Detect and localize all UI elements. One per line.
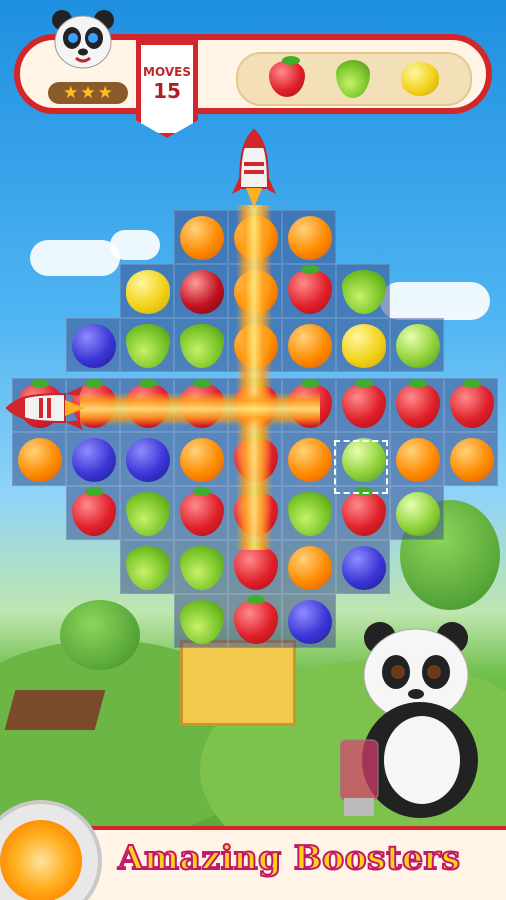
board-cell[interactable] [336, 264, 390, 318]
board-cell[interactable] [390, 378, 444, 432]
pear-icon [126, 492, 170, 536]
strawberry-icon [234, 595, 278, 644]
board-cell[interactable] [174, 432, 228, 486]
orange-icon [288, 324, 332, 368]
level-goals [236, 52, 472, 106]
orange-icon [396, 438, 440, 482]
orange-icon [288, 216, 332, 260]
board-cell[interactable] [66, 486, 120, 540]
pear-icon [288, 492, 332, 536]
star-icon: ★ [97, 83, 113, 103]
board-cell[interactable] [174, 318, 228, 372]
horizontal-rocket-booster[interactable] [5, 386, 87, 430]
vertical-fire-beam [236, 205, 272, 550]
target-cell-marker [334, 440, 388, 494]
moves-label: MOVES [143, 65, 191, 79]
board-cell[interactable] [120, 264, 174, 318]
board-cell[interactable] [174, 264, 228, 318]
strawberry-icon [288, 265, 332, 314]
board-cell[interactable] [174, 210, 228, 264]
moves-counter: MOVES 15 [136, 40, 198, 138]
goal-strawberry-icon [269, 56, 305, 97]
moves-value: 15 [153, 79, 181, 103]
board-cell[interactable] [120, 318, 174, 372]
board-cell[interactable] [336, 318, 390, 372]
blueberry-icon [288, 600, 332, 644]
banner-title: Amazing Boosters [117, 837, 461, 878]
board-cell[interactable] [282, 432, 336, 486]
board-cell[interactable] [390, 432, 444, 486]
panda-avatar [52, 10, 114, 69]
pear-icon [180, 324, 224, 368]
board-cell[interactable] [444, 432, 498, 486]
lemon-icon [342, 324, 386, 368]
orange-icon [288, 546, 332, 590]
board-cell[interactable] [120, 486, 174, 540]
pear-icon [180, 600, 224, 644]
board-cell[interactable] [282, 540, 336, 594]
board-cell[interactable] [336, 486, 390, 540]
vertical-rocket-booster[interactable] [232, 128, 276, 210]
board-cell[interactable] [282, 486, 336, 540]
strawberry-icon [396, 379, 440, 428]
board-cell[interactable] [12, 432, 66, 486]
blueberry-icon [126, 438, 170, 482]
board-cell[interactable] [120, 432, 174, 486]
strawberry-icon [342, 487, 386, 536]
pear-icon [126, 546, 170, 590]
tree [60, 600, 140, 670]
redapple-icon [180, 270, 224, 314]
board-cell[interactable] [228, 594, 282, 648]
game-scene: ★ ★ ★ MOVES 15 Amazing Boosters [0, 0, 506, 900]
apple-icon [396, 324, 440, 368]
board-cell[interactable] [282, 210, 336, 264]
horizontal-fire-beam [80, 392, 320, 426]
board-cell[interactable] [66, 318, 120, 372]
apple-icon [396, 492, 440, 536]
goal-pear-icon [336, 60, 370, 98]
blueberry-icon [72, 324, 116, 368]
cloud [30, 240, 120, 276]
board-cell[interactable] [336, 378, 390, 432]
board-cell[interactable] [336, 540, 390, 594]
star-icon: ★ [63, 83, 79, 103]
board-cell[interactable] [390, 486, 444, 540]
board-cell[interactable] [282, 264, 336, 318]
orange-icon [288, 438, 332, 482]
lemon-icon [126, 270, 170, 314]
orange-icon [18, 438, 62, 482]
board-cell[interactable] [444, 378, 498, 432]
board-cell[interactable] [174, 486, 228, 540]
pear-icon [180, 546, 224, 590]
cloud [380, 282, 490, 320]
board-cell[interactable] [174, 540, 228, 594]
strawberry-icon [450, 379, 494, 428]
farm-patch [4, 690, 106, 730]
board-cell[interactable] [282, 318, 336, 372]
star-rating: ★ ★ ★ [48, 82, 128, 104]
panda-mascot [340, 622, 478, 818]
house [180, 640, 296, 726]
board-cell[interactable] [282, 594, 336, 648]
board-cell[interactable] [174, 594, 228, 648]
strawberry-icon [342, 379, 386, 428]
pear-icon [342, 270, 386, 314]
strawberry-icon [180, 487, 224, 536]
orange-icon [180, 438, 224, 482]
orange-icon [180, 216, 224, 260]
orange-slice-icon [0, 820, 82, 900]
star-icon: ★ [80, 83, 96, 103]
board-cell[interactable] [66, 432, 120, 486]
goal-lemon-icon [401, 62, 439, 96]
blueberry-icon [72, 438, 116, 482]
pear-icon [126, 324, 170, 368]
strawberry-icon [72, 487, 116, 536]
board-cell[interactable] [120, 540, 174, 594]
blueberry-icon [342, 546, 386, 590]
strawberry-icon [234, 541, 278, 590]
board-cell[interactable] [390, 318, 444, 372]
cloud [110, 230, 160, 260]
orange-icon [450, 438, 494, 482]
